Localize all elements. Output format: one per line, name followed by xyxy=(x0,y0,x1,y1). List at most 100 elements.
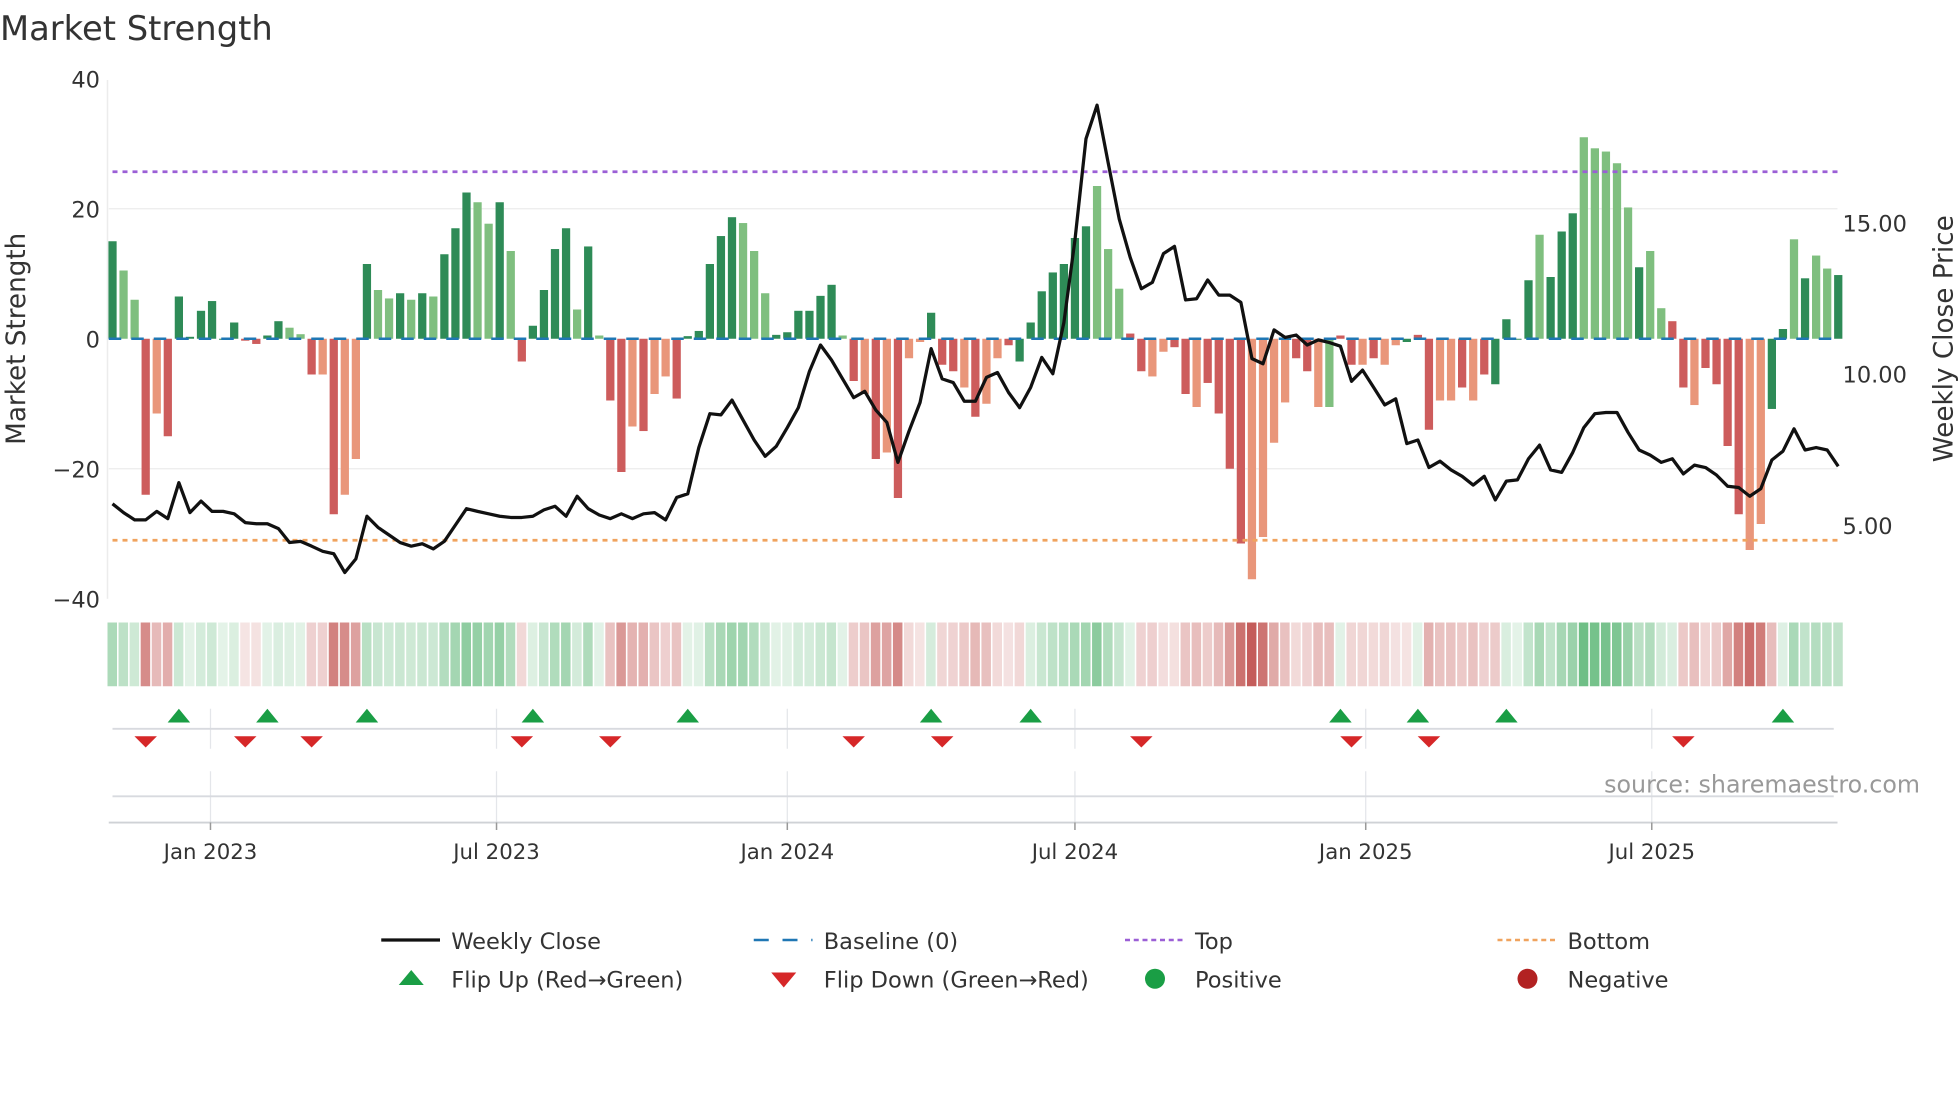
heat-cell xyxy=(284,622,294,687)
flip-down-marker xyxy=(300,736,323,748)
heat-cell xyxy=(472,622,483,687)
strength-bar xyxy=(1800,278,1810,339)
heat-cell xyxy=(1302,622,1312,687)
heat-cell xyxy=(1501,622,1511,687)
heat-cell xyxy=(251,622,261,687)
strength-bar xyxy=(1292,338,1301,359)
strength-bar xyxy=(1269,338,1279,443)
heat-cell xyxy=(1755,622,1766,687)
heat-cell xyxy=(904,622,914,687)
strength-bar xyxy=(1258,338,1268,537)
strength-bar xyxy=(1679,338,1688,388)
strength-bar xyxy=(207,301,217,339)
heat-cell xyxy=(505,622,516,687)
heat-cell xyxy=(1324,622,1334,687)
heat-cell xyxy=(1136,622,1146,687)
heat-cell xyxy=(173,622,184,687)
strength-bar xyxy=(407,299,416,339)
heat-cell xyxy=(1567,622,1578,687)
strength-bar xyxy=(1159,338,1168,352)
heat-cell xyxy=(881,622,892,687)
strength-bar xyxy=(794,310,803,339)
strength-bar xyxy=(573,309,582,339)
heat-cell xyxy=(760,622,770,687)
heat-cell xyxy=(859,622,870,687)
heat-cell xyxy=(1512,622,1522,687)
heat-cell xyxy=(1036,622,1047,687)
strength-bar xyxy=(1281,338,1290,403)
flip-markers xyxy=(112,708,1834,798)
strength-bar xyxy=(727,217,737,339)
heat-cell xyxy=(1379,622,1390,687)
x-tick-label: Jan 2024 xyxy=(739,840,835,865)
heat-cell xyxy=(1003,622,1014,687)
strength-bar xyxy=(1635,267,1644,339)
legend-label: Bottom xyxy=(1568,929,1651,955)
strength-bar xyxy=(1823,268,1832,339)
strength-bar xyxy=(1767,338,1776,409)
heat-cell xyxy=(162,622,173,687)
strength-bar xyxy=(1723,338,1732,446)
strength-bar xyxy=(141,338,150,495)
strength-bar xyxy=(1402,338,1411,343)
legend-item: Negative xyxy=(1517,968,1668,994)
heat-cell xyxy=(1744,622,1755,687)
strength-bar xyxy=(1612,163,1622,339)
reference-lines xyxy=(108,103,1840,575)
legend-item: Flip Up (Red→Green) xyxy=(398,968,683,994)
heat-cell xyxy=(583,622,593,687)
strength-bar xyxy=(1701,338,1710,368)
heat-cell xyxy=(1169,622,1179,687)
strength-bar xyxy=(1712,338,1721,385)
heat-cell xyxy=(1081,622,1091,687)
heat-cell xyxy=(295,622,306,687)
strength-bar xyxy=(1435,338,1445,401)
y-tick-right: 15.00 xyxy=(1843,211,1907,237)
heat-cell xyxy=(1822,622,1832,687)
y-tick-right: 5.00 xyxy=(1843,514,1893,540)
heat-cell xyxy=(837,622,848,687)
strength-bar xyxy=(650,338,659,395)
heat-cell xyxy=(527,622,538,687)
flip-down-marker xyxy=(1417,736,1441,748)
strength-bar xyxy=(1104,249,1113,339)
heat-cell xyxy=(1479,622,1489,687)
flip-up-marker xyxy=(1329,708,1352,723)
flip-up-marker xyxy=(1406,708,1430,723)
heat-cell xyxy=(1534,622,1545,687)
heat-cell xyxy=(660,622,671,687)
heat-cell xyxy=(1313,622,1323,687)
strength-bar xyxy=(1657,308,1666,339)
strength-bar xyxy=(451,228,460,339)
strength-bar xyxy=(1192,338,1201,408)
heat-cell xyxy=(1114,622,1124,687)
strength-bar xyxy=(1336,335,1345,339)
strength-bar xyxy=(384,298,394,339)
y-tick-right: 10.00 xyxy=(1843,363,1907,389)
heat-cell xyxy=(1058,622,1069,687)
heat-cell xyxy=(1789,622,1799,687)
strength-bar xyxy=(1601,151,1611,339)
heat-cell xyxy=(892,622,903,687)
y-tick-left: −40 xyxy=(53,588,100,614)
heat-cell xyxy=(240,622,250,687)
heat-cell xyxy=(616,622,626,687)
heat-cell xyxy=(1678,622,1688,687)
strength-bar xyxy=(1491,338,1500,385)
heat-cell xyxy=(1435,622,1445,687)
heat-cell xyxy=(793,622,803,687)
strength-bar xyxy=(1778,329,1788,339)
heat-cell xyxy=(1246,622,1257,687)
heat-cell xyxy=(1368,622,1379,687)
strength-bar xyxy=(440,254,449,339)
heat-cell xyxy=(339,622,350,687)
heat-cell xyxy=(439,622,449,687)
heat-cell xyxy=(1291,622,1301,687)
flip-down-marker xyxy=(1672,736,1695,748)
strength-bar xyxy=(1623,207,1633,339)
heat-cell xyxy=(107,622,117,687)
strength-bar xyxy=(904,338,914,359)
heat-cell xyxy=(1280,622,1290,687)
source-text: source: sharemaestro.com xyxy=(1604,771,1920,799)
strength-bar xyxy=(971,338,980,417)
